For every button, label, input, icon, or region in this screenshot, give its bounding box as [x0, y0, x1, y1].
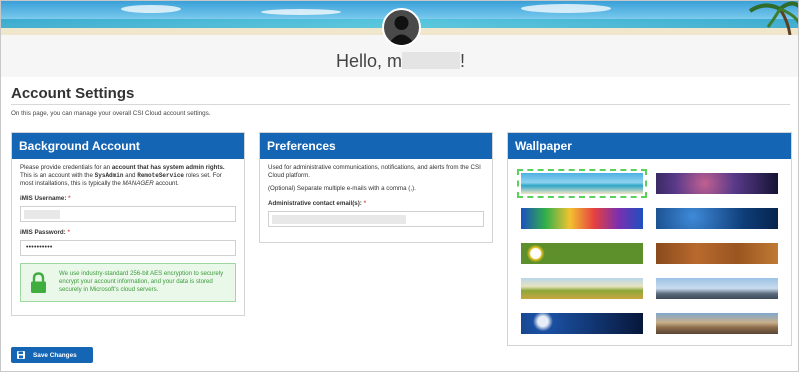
- save-changes-button[interactable]: Save Changes: [11, 347, 93, 363]
- user-silhouette-icon: [388, 16, 415, 45]
- wallpaper-planet-space[interactable]: [521, 313, 643, 334]
- wallpaper-rust-texture[interactable]: [656, 243, 778, 264]
- greeting-prefix: Hello, m: [335, 51, 402, 71]
- optional-note: (Optional) Separate multiple e-mails wit…: [268, 185, 416, 192]
- wallpaper-desert-mountains[interactable]: [656, 313, 778, 334]
- wallpaper-daisies[interactable]: [521, 243, 643, 264]
- wallpaper-galaxy-purple[interactable]: [656, 173, 778, 194]
- greeting-suffix: !: [460, 51, 466, 71]
- greeting: Hello, m!: [1, 51, 798, 72]
- page-title: Account Settings: [11, 85, 135, 102]
- security-notice: We use industry-standard 256-bit AES enc…: [20, 263, 236, 302]
- panel-heading: Background Account: [12, 133, 244, 159]
- panel-heading: Preferences: [260, 133, 492, 159]
- preferences-intro: Used for administrative communications, …: [268, 164, 481, 179]
- background-account-panel: Background Account Please provide creden…: [11, 132, 245, 316]
- redacted-username: [24, 210, 60, 219]
- admin-email-input[interactable]: [268, 211, 484, 227]
- wallpaper-city-skyline[interactable]: [656, 278, 778, 299]
- wallpaper-color-splash[interactable]: [521, 208, 643, 229]
- wallpaper-wheat-field[interactable]: [521, 278, 643, 299]
- panel-heading: Wallpaper: [508, 133, 791, 159]
- password-label: iMIS Password: *: [20, 229, 70, 236]
- title-divider: [11, 104, 790, 105]
- password-input[interactable]: ••••••••••: [20, 240, 236, 256]
- email-label: Administrative contact email(s): *: [268, 200, 367, 207]
- username-input[interactable]: [20, 206, 236, 222]
- save-changes-label: Save Changes: [33, 351, 77, 359]
- username-label: iMIS Username: *: [20, 195, 71, 202]
- floppy-disk-icon: [17, 351, 25, 359]
- redacted-name: [402, 52, 460, 69]
- redacted-email: [272, 215, 406, 224]
- background-account-intro: Please provide credentials for an accoun…: [20, 164, 225, 187]
- preferences-panel: Preferences Used for administrative comm…: [259, 132, 493, 243]
- palm-tree-icon: [748, 1, 798, 35]
- lock-icon: [31, 272, 46, 293]
- app-frame: Hello, m! Account Settings On this page,…: [0, 0, 799, 372]
- page-description: On this page, you can manage your overal…: [11, 110, 211, 117]
- wallpaper-blue-sparkle[interactable]: [656, 208, 778, 229]
- wallpaper-beach-palm[interactable]: [517, 169, 647, 198]
- avatar[interactable]: [382, 8, 421, 47]
